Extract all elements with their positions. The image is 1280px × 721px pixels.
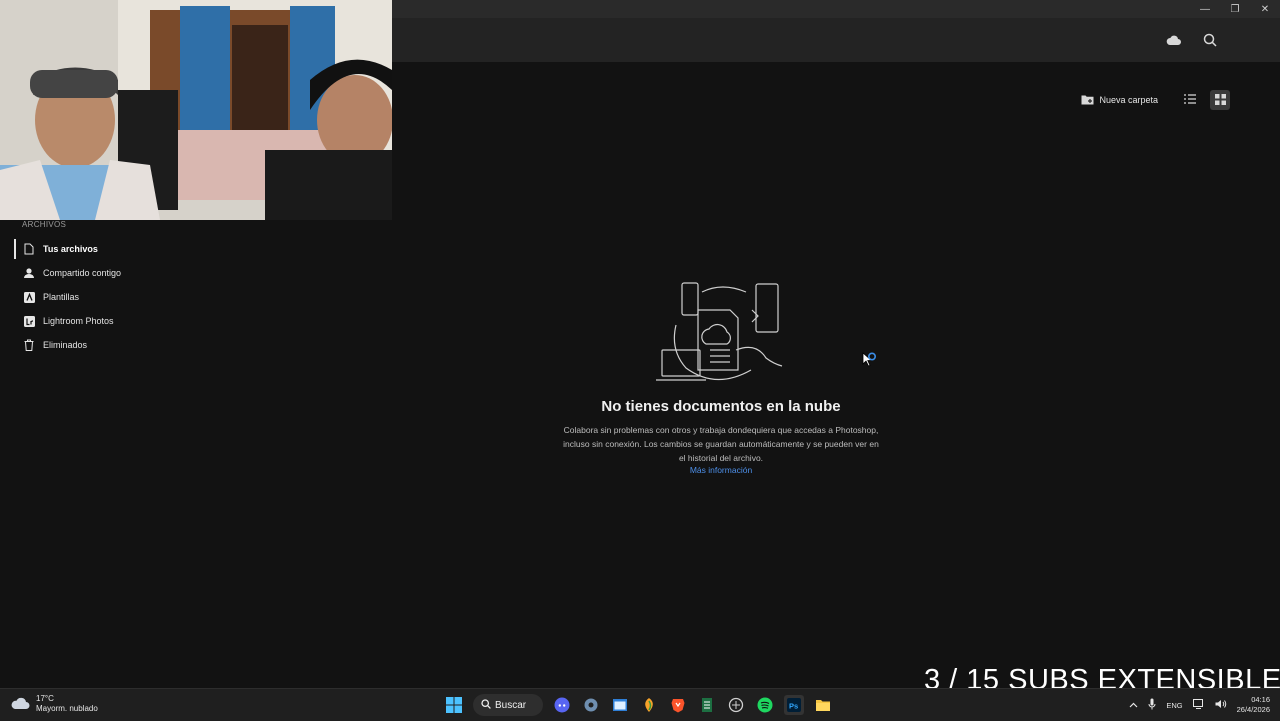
mouse-cursor-icon (862, 352, 880, 373)
taskbar-search-label: Buscar (495, 699, 527, 711)
sidebar-item-label: Lightroom Photos (43, 316, 114, 326)
discord-icon[interactable] (552, 695, 572, 715)
sidebar-item-label: Compartido contigo (43, 268, 122, 278)
cloud-devices-illustration (656, 280, 788, 386)
empty-state-description: Colabora sin problemas con otros y traba… (563, 425, 879, 463)
system-tray: ENG 04:16 26/4/2026 (1129, 693, 1270, 717)
weather-widget[interactable]: 17°C Mayorm. nublado (10, 694, 98, 714)
photoshop-icon[interactable]: Ps (784, 695, 804, 715)
templates-icon (22, 290, 36, 304)
taskbar: 17°C Mayorm. nublado Buscar Ps ENG 04:16… (0, 688, 1280, 721)
grid-view-button[interactable] (1210, 90, 1230, 110)
clock[interactable]: 04:16 26/4/2026 (1237, 695, 1270, 715)
clock-time: 04:16 (1251, 695, 1270, 704)
empty-state: No tienes documentos en la nube Colabora… (560, 280, 882, 475)
taskbar-apps: Buscar Ps (444, 693, 833, 717)
sidebar-section-label: ARCHIVOS (22, 220, 67, 229)
volume-icon[interactable] (1215, 699, 1227, 711)
sidebar-item-compartido-contigo[interactable]: Compartido contigo (14, 263, 214, 283)
sidebar-item-plantillas[interactable]: Plantillas (14, 287, 214, 307)
grid-icon (1214, 93, 1226, 107)
weather-temp: 17°C (36, 694, 54, 703)
brave-browser-icon[interactable] (668, 695, 688, 715)
cloud-icon[interactable] (1164, 30, 1184, 50)
window-controls: — ❐ ✕ (1190, 0, 1280, 18)
person-icon (22, 266, 36, 280)
lightroom-icon (22, 314, 36, 328)
sidebar-item-tus-archivos[interactable]: Tus archivos (14, 239, 216, 259)
new-folder-label: Nueva carpeta (1099, 95, 1158, 105)
trash-icon (22, 338, 36, 352)
fl-studio-icon[interactable] (639, 695, 659, 715)
weather-condition: Mayorm. nublado (36, 704, 98, 713)
new-folder-button[interactable]: Nueva carpeta (1081, 94, 1158, 107)
taskbar-search[interactable]: Buscar (473, 694, 543, 716)
sidebar-item-label: Tus archivos (43, 244, 98, 254)
sidebar-item-lightroom-photos[interactable]: Lightroom Photos (14, 311, 214, 331)
list-view-button[interactable] (1180, 90, 1200, 110)
excel-sheet-icon[interactable] (697, 695, 717, 715)
close-button[interactable]: ✕ (1250, 0, 1280, 18)
chevron-up-icon[interactable] (1129, 701, 1138, 710)
document-icon (22, 242, 36, 256)
clock-date: 26/4/2026 (1236, 705, 1270, 714)
sidebar: ARCHIVOS Tus archivos Compartido contigo… (0, 220, 392, 688)
webcam-overlay (0, 0, 392, 220)
svg-text:Ps: Ps (789, 702, 798, 711)
maximize-button[interactable]: ❐ (1220, 0, 1250, 18)
search-icon (481, 698, 491, 712)
microphone-icon[interactable] (1148, 698, 1156, 712)
sidebar-item-label: Eliminados (43, 340, 88, 350)
app-window-icon[interactable] (610, 695, 630, 715)
minimize-button[interactable]: — (1190, 0, 1220, 18)
search-icon[interactable] (1200, 30, 1220, 50)
folder-plus-icon (1081, 94, 1094, 107)
empty-state-title: No tienes documentos en la nube (601, 398, 841, 415)
sidebar-item-label: Plantillas (43, 292, 80, 302)
spotify-icon[interactable] (755, 695, 775, 715)
network-icon[interactable] (1192, 699, 1205, 711)
cloudy-weather-icon (10, 696, 30, 713)
list-icon (1184, 94, 1196, 106)
settings-icon[interactable] (581, 695, 601, 715)
system-app-icon[interactable] (726, 695, 746, 715)
toolbar: Nueva carpeta (1081, 90, 1230, 110)
file-explorer-icon[interactable] (813, 695, 833, 715)
more-info-link[interactable]: Más información (560, 465, 882, 475)
start-button[interactable] (444, 695, 464, 715)
sidebar-item-eliminados[interactable]: Eliminados (14, 335, 214, 355)
language-indicator[interactable]: ENG (1166, 701, 1182, 710)
